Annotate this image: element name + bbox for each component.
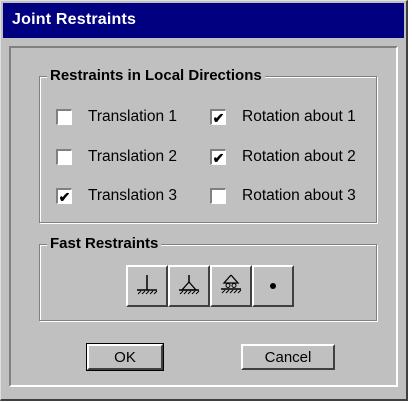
translation-3-option[interactable]: ✔ Translation 3 xyxy=(56,185,177,207)
local-directions-title: Restraints in Local Directions xyxy=(47,66,265,86)
rotation-2-option[interactable]: ✔ Rotation about 2 xyxy=(210,146,356,168)
roller-support-icon xyxy=(221,274,242,294)
roller-support-button[interactable] xyxy=(210,265,252,307)
translation-3-checkbox[interactable]: ✔ xyxy=(56,188,72,204)
title-bar[interactable]: Joint Restraints xyxy=(3,3,404,38)
translation-2-label: Translation 2 xyxy=(88,148,178,165)
rotation-3-checkbox[interactable] xyxy=(210,188,226,204)
pinned-support-button[interactable] xyxy=(168,265,210,307)
translation-2-option[interactable]: Translation 2 xyxy=(56,146,177,168)
translation-1-checkbox[interactable] xyxy=(56,109,72,125)
free-joint-button[interactable] xyxy=(252,265,294,307)
fixed-support-icon xyxy=(137,275,158,295)
dialog-title: Joint Restraints xyxy=(12,11,137,28)
free-joint-icon xyxy=(270,283,276,289)
fixed-support-button[interactable] xyxy=(126,265,168,307)
translation-1-option[interactable]: Translation 1 xyxy=(56,106,177,128)
translation-2-checkbox[interactable] xyxy=(56,149,72,165)
pinned-support-icon xyxy=(179,275,200,295)
cancel-button[interactable]: Cancel xyxy=(241,344,335,370)
rotation-3-option[interactable]: Rotation about 3 xyxy=(210,185,356,207)
ok-button[interactable]: OK xyxy=(86,343,164,371)
fast-restraints-title: Fast Restraints xyxy=(47,234,162,254)
rotation-3-label: Rotation about 3 xyxy=(242,187,356,204)
translation-3-label: Translation 3 xyxy=(88,187,178,204)
rotation-2-label: Rotation about 2 xyxy=(242,148,356,165)
rotation-1-label: Rotation about 1 xyxy=(242,108,356,125)
rotation-1-checkbox[interactable]: ✔ xyxy=(210,109,226,125)
rotation-1-option[interactable]: ✔ Rotation about 1 xyxy=(210,106,356,128)
translation-1-label: Translation 1 xyxy=(88,108,178,125)
cancel-label: Cancel xyxy=(264,348,312,366)
rotation-2-checkbox[interactable]: ✔ xyxy=(210,149,226,165)
ok-label: OK xyxy=(114,348,136,366)
joint-restraints-dialog: Joint Restraints Restraints in Local Dir… xyxy=(0,0,408,401)
